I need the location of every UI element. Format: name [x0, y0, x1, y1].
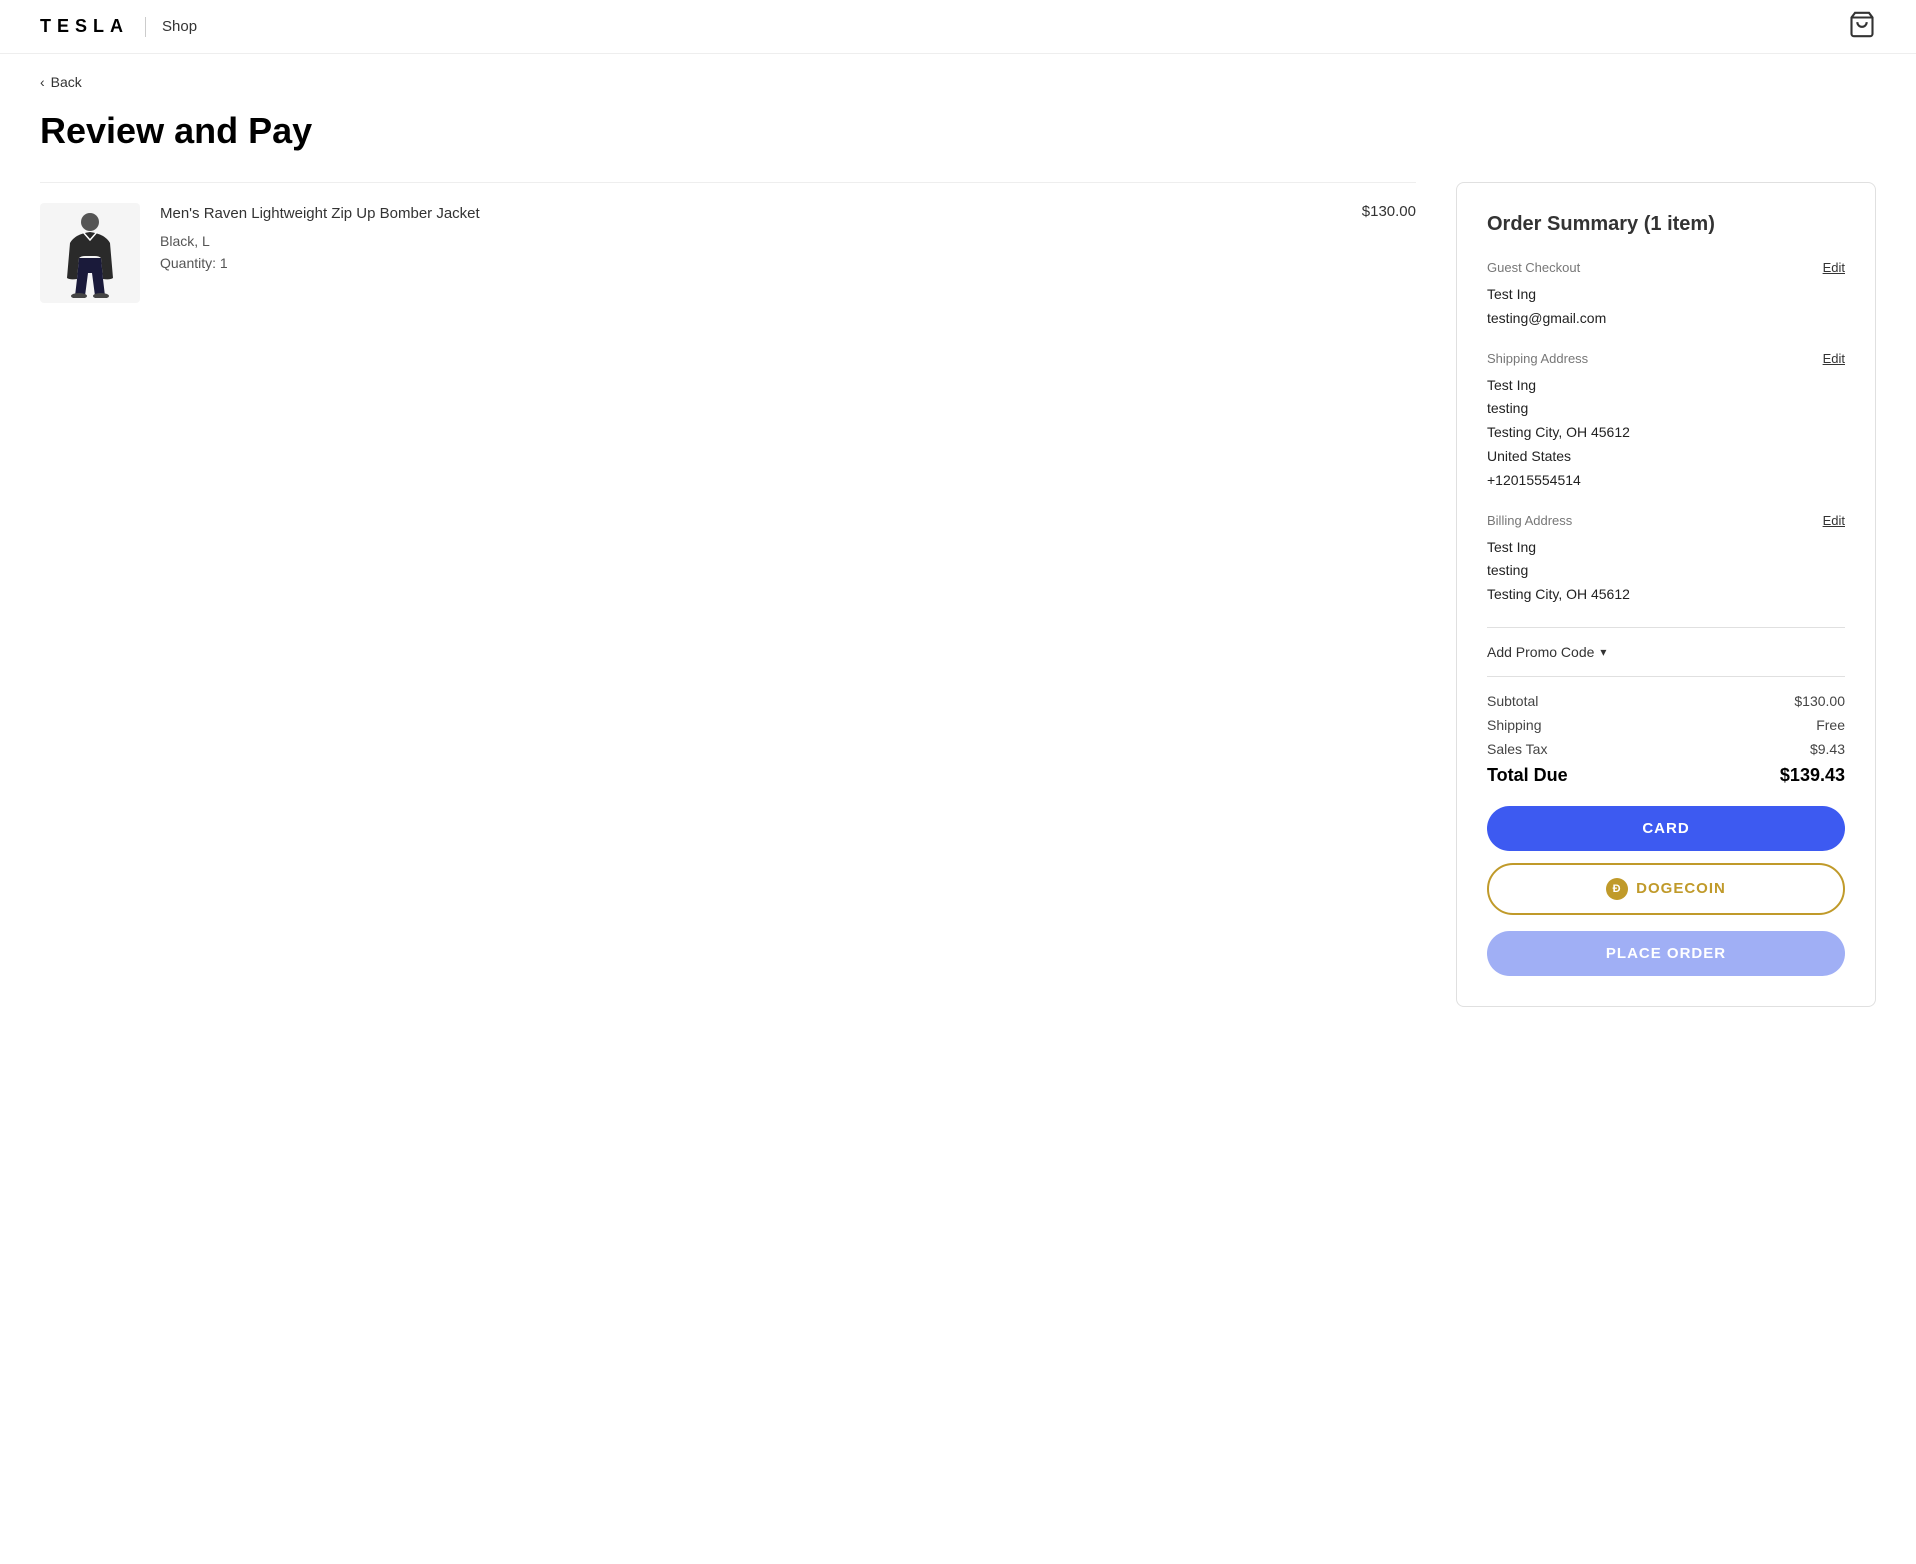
guest-edit-link[interactable]: Edit — [1823, 260, 1845, 275]
guest-name: Test Ing — [1487, 283, 1845, 307]
tax-row: Sales Tax $9.43 — [1487, 741, 1845, 757]
card-button[interactable]: CARD — [1487, 806, 1845, 851]
billing-edit-link[interactable]: Edit — [1823, 513, 1845, 528]
dogecoin-button[interactable]: Ð DOGECOIN — [1487, 863, 1845, 915]
header: TESLA Shop — [0, 0, 1916, 54]
shipping-edit-link[interactable]: Edit — [1823, 351, 1845, 366]
guest-checkout-label: Guest Checkout — [1487, 260, 1580, 275]
back-link[interactable]: ‹ Back — [0, 54, 1916, 100]
shipping-label: Shipping — [1487, 717, 1542, 733]
billing-city: Testing City, OH 45612 — [1487, 583, 1845, 607]
shipping-address-header: Shipping Address Edit — [1487, 351, 1845, 366]
product-section: Men's Raven Lightweight Zip Up Bomber Ja… — [40, 182, 1416, 323]
summary-title: Order Summary (1 item) — [1487, 213, 1845, 236]
billing-address-body: Test Ing testing Testing City, OH 45612 — [1487, 536, 1845, 607]
page-title: Review and Pay — [0, 100, 1916, 182]
shipping-address-label: Shipping Address — [1487, 351, 1588, 366]
shipping-address-body: Test Ing testing Testing City, OH 45612 … — [1487, 374, 1845, 493]
guest-checkout-header: Guest Checkout Edit — [1487, 260, 1845, 275]
shop-link[interactable]: Shop — [162, 18, 197, 35]
total-value: $139.43 — [1780, 765, 1845, 786]
promo-code-toggle[interactable]: Add Promo Code ▾ — [1487, 644, 1845, 660]
back-label: Back — [51, 74, 82, 90]
cart-icon[interactable] — [1848, 10, 1876, 43]
shipping-value: Free — [1816, 717, 1845, 733]
back-chevron-icon: ‹ — [40, 74, 45, 90]
tax-value: $9.43 — [1810, 741, 1845, 757]
billing-address-label: Billing Address — [1487, 513, 1572, 528]
shipping-row: Shipping Free — [1487, 717, 1845, 733]
product-details: Men's Raven Lightweight Zip Up Bomber Ja… — [160, 203, 1342, 275]
billing-address-section: Billing Address Edit Test Ing testing Te… — [1487, 513, 1845, 607]
guest-checkout-section: Guest Checkout Edit Test Ing testing@gma… — [1487, 260, 1845, 331]
billing-address-header: Billing Address Edit — [1487, 513, 1845, 528]
place-order-button[interactable]: PLACE ORDER — [1487, 931, 1845, 976]
order-summary: Order Summary (1 item) Guest Checkout Ed… — [1456, 182, 1876, 1007]
promo-chevron-icon: ▾ — [1600, 645, 1606, 659]
shipping-country: United States — [1487, 445, 1845, 469]
product-name: Men's Raven Lightweight Zip Up Bomber Ja… — [160, 203, 1342, 224]
header-divider — [145, 17, 146, 37]
summary-divider — [1487, 627, 1845, 628]
subtotal-label: Subtotal — [1487, 693, 1538, 709]
tax-label: Sales Tax — [1487, 741, 1547, 757]
total-label: Total Due — [1487, 765, 1568, 786]
summary-divider-2 — [1487, 676, 1845, 677]
guest-email: testing@gmail.com — [1487, 307, 1845, 331]
billing-name: Test Ing — [1487, 536, 1845, 560]
doge-icon: Ð — [1606, 878, 1628, 900]
shipping-street: testing — [1487, 397, 1845, 421]
guest-checkout-body: Test Ing testing@gmail.com — [1487, 283, 1845, 331]
shipping-phone: +12015554514 — [1487, 469, 1845, 493]
product-color: Black, L — [160, 230, 1342, 252]
product-item: Men's Raven Lightweight Zip Up Bomber Ja… — [40, 182, 1416, 323]
subtotal-row: Subtotal $130.00 — [1487, 693, 1845, 709]
product-price: $130.00 — [1362, 203, 1416, 220]
total-due-row: Total Due $139.43 — [1487, 765, 1845, 786]
product-image — [40, 203, 140, 303]
dogecoin-label: DOGECOIN — [1636, 880, 1726, 897]
main-content: Men's Raven Lightweight Zip Up Bomber Ja… — [0, 182, 1916, 1007]
subtotal-value: $130.00 — [1794, 693, 1845, 709]
product-quantity: Quantity: 1 — [160, 252, 1342, 274]
promo-code-label: Add Promo Code — [1487, 644, 1594, 660]
shipping-city: Testing City, OH 45612 — [1487, 421, 1845, 445]
shipping-name: Test Ing — [1487, 374, 1845, 398]
shipping-address-section: Shipping Address Edit Test Ing testing T… — [1487, 351, 1845, 493]
tesla-logo: TESLA — [40, 16, 129, 37]
billing-street: testing — [1487, 559, 1845, 583]
